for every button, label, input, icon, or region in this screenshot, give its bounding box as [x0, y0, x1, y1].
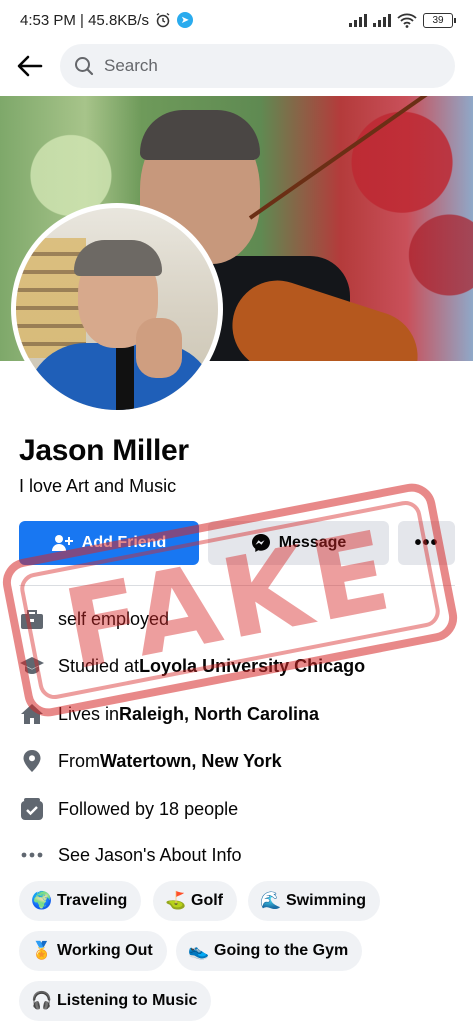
info-about-link[interactable]: See Jason's About Info	[0, 835, 473, 875]
info-from: From Watertown, New York	[0, 741, 473, 781]
info-text: Lives in	[58, 703, 120, 724]
info-text: From	[58, 750, 100, 771]
profile-bio: I love Art and Music	[19, 476, 177, 496]
search-icon	[75, 57, 94, 76]
battery-icon: 39	[423, 12, 456, 28]
profile-actions: Add Friend Message •••	[19, 521, 455, 565]
info-lives: Lives in Raleigh, North Carolina	[0, 694, 473, 734]
add-friend-label: Add Friend	[81, 534, 167, 551]
info-text: Followed by 18 people	[58, 798, 239, 819]
location-pin-icon	[19, 748, 45, 774]
sneaker-icon: 👟	[188, 941, 210, 960]
golf-flag-icon: ⛳	[165, 891, 187, 910]
info-link[interactable]: Loyola University Chicago	[139, 656, 365, 677]
hobby-chip[interactable]: 🎧 Listening to Music	[19, 981, 212, 1021]
info-link[interactable]: Watertown, New York	[100, 751, 282, 772]
wave-icon: 🌊	[260, 891, 282, 910]
info-text: See Jason's About Info	[58, 844, 242, 865]
hobby-chip[interactable]: 🌊 Swimming	[248, 881, 381, 921]
back-arrow-icon	[17, 55, 43, 77]
top-bar: Search	[0, 42, 473, 90]
add-friend-button[interactable]: Add Friend	[19, 521, 199, 565]
alarm-icon	[156, 12, 170, 28]
info-work: self employed	[0, 599, 473, 639]
search-placeholder: Search	[104, 56, 158, 75]
briefcase-icon	[19, 606, 45, 632]
hobby-label: Golf	[191, 892, 223, 909]
hobby-chip[interactable]: ⛳ Golf	[153, 881, 237, 921]
globe-icon: 🌍	[31, 891, 53, 910]
status-time: 4:53 PM | 45.8KB/s	[20, 11, 149, 29]
info-education: Studied at Loyola University Chicago	[0, 646, 473, 686]
status-bar: 4:53 PM | 45.8KB/s ➤ 39	[0, 0, 473, 40]
messenger-icon	[251, 534, 270, 552]
hobby-chip[interactable]: 👟 Going to the Gym	[176, 931, 363, 971]
message-label: Message	[278, 534, 347, 551]
back-button[interactable]	[14, 50, 46, 82]
hobby-chip[interactable]: 🌍 Traveling	[19, 881, 142, 921]
message-button[interactable]: Message	[208, 521, 389, 565]
graduation-cap-icon	[19, 653, 45, 679]
info-followers: Followed by 18 people	[0, 789, 473, 829]
signal-icon-2	[373, 13, 391, 27]
more-options-button[interactable]: •••	[398, 521, 455, 565]
telegram-icon: ➤	[176, 12, 193, 28]
profile-picture[interactable]	[11, 203, 223, 415]
headphones-icon: 🎧	[31, 991, 53, 1010]
medal-icon: 🏅	[31, 941, 53, 960]
info-text: self employed	[58, 608, 170, 629]
add-friend-icon	[51, 535, 73, 551]
hobby-label: Going to the Gym	[214, 942, 349, 959]
home-icon	[19, 701, 45, 727]
signal-icon	[349, 13, 367, 27]
wifi-icon	[397, 13, 417, 28]
hobby-label: Swimming	[286, 892, 367, 909]
search-input[interactable]: Search	[60, 44, 455, 88]
hobby-label: Working Out	[57, 942, 153, 959]
hobby-label: Listening to Music	[57, 992, 198, 1009]
hobby-label: Traveling	[57, 892, 128, 909]
more-dots-icon	[19, 842, 45, 868]
followers-icon	[19, 796, 45, 822]
info-link[interactable]: Raleigh, North Carolina	[119, 704, 319, 725]
hobby-chip[interactable]: 🏅 Working Out	[19, 931, 167, 971]
profile-name: Jason Miller	[19, 434, 189, 467]
info-text: Studied at	[58, 655, 140, 676]
divider	[19, 585, 455, 586]
